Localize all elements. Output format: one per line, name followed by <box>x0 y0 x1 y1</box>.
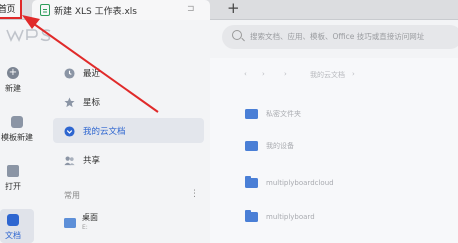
wps-home-window: 首页 新建 XLS 工作表.xls ⊐ + 搜索文档、应用、模板、Office … <box>0 0 458 243</box>
annotation-arrow <box>22 15 159 113</box>
